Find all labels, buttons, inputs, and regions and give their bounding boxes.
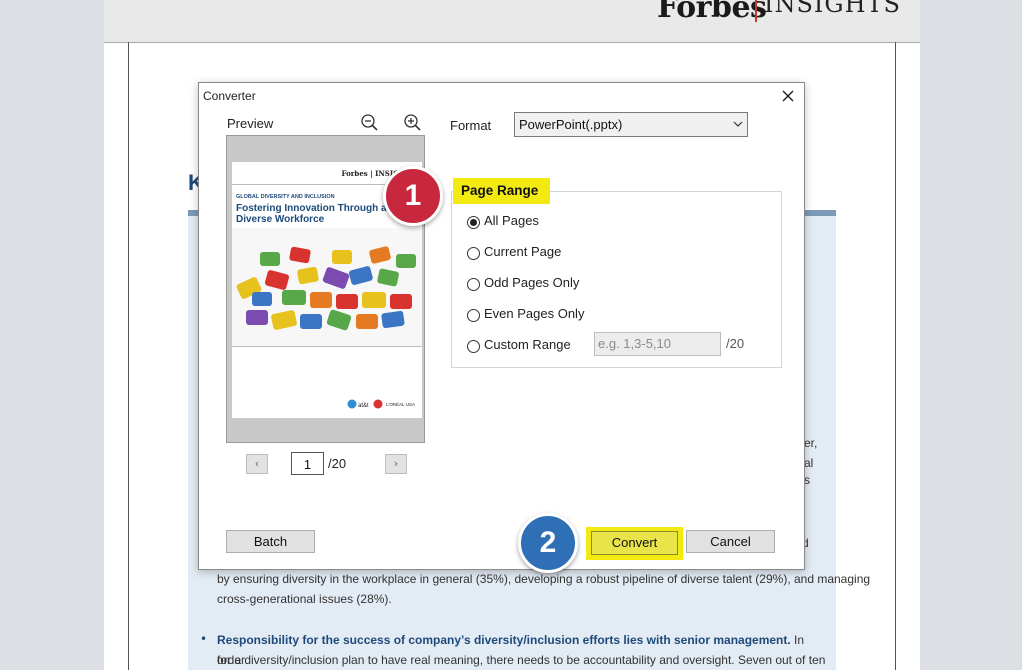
thumbnail-kicker: GLOBAL DIVERSITY AND INCLUSION — [236, 194, 335, 200]
sponsor-logos: at&t L'ORÉAL USA — [347, 399, 415, 409]
prev-page-button[interactable]: ‹ — [246, 454, 268, 474]
paragraph-line: cross-generational issues (28%). — [217, 592, 392, 606]
text-fragment: al — [804, 456, 814, 470]
frame-right-border — [895, 42, 896, 670]
custom-range-input[interactable]: e.g. 1,3-5,10 — [594, 332, 721, 356]
custom-range-total: /20 — [726, 336, 745, 351]
thumbnail-rule — [232, 346, 422, 347]
format-value: PowerPoint(.pptx) — [519, 117, 623, 132]
bullet-dot: • — [200, 632, 208, 646]
radio-button[interactable] — [467, 309, 480, 322]
bullet-heading: Responsibility for the success of compan… — [217, 633, 791, 647]
close-icon[interactable] — [779, 87, 797, 105]
radio-button[interactable] — [467, 247, 480, 260]
sponsor-att: at&t — [358, 403, 369, 409]
radio-button[interactable] — [467, 216, 480, 229]
chevron-down-icon — [733, 121, 743, 127]
bullet-line: for a diversity/inclusion plan to have r… — [217, 653, 826, 667]
page-total: /20 — [328, 456, 347, 471]
puzzle-pieces-image — [232, 228, 422, 346]
format-label: Format — [450, 118, 492, 133]
text-fragment: er, — [804, 436, 818, 450]
radio-label: Custom Range — [484, 337, 571, 352]
step-1-badge: 1 — [383, 166, 443, 226]
radio-button[interactable] — [467, 278, 480, 291]
converter-dialog: Converter Preview Forbes | INSIGHTS GLOB… — [198, 82, 805, 570]
cancel-button[interactable]: Cancel — [686, 530, 775, 553]
document-header: Forbes INSIGHTS — [104, 0, 920, 43]
radio-label: Odd Pages Only — [484, 275, 580, 290]
zoom-out-icon[interactable] — [360, 113, 380, 133]
batch-button[interactable]: Batch — [226, 530, 315, 553]
insights-logo: INSIGHTS — [764, 0, 901, 18]
sponsor-loreal: L'ORÉAL USA — [386, 401, 415, 407]
next-page-button[interactable]: › — [385, 454, 407, 474]
page-range-label: Page Range — [453, 178, 550, 204]
format-dropdown[interactable]: PowerPoint(.pptx) — [514, 112, 748, 137]
convert-button[interactable]: Convert — [591, 531, 678, 555]
page-number-input[interactable]: 1 — [291, 452, 324, 475]
frame-left-border — [128, 42, 129, 670]
zoom-in-icon[interactable] — [403, 113, 423, 133]
radio-label: All Pages — [484, 213, 539, 228]
step-2-badge: 2 — [518, 513, 578, 573]
radio-button[interactable] — [467, 340, 480, 353]
radio-label: Even Pages Only — [484, 306, 585, 321]
logo-divider — [755, 0, 757, 22]
forbes-logo: Forbes — [657, 0, 767, 25]
dialog-title: Converter — [203, 89, 256, 103]
preview-label: Preview — [227, 116, 274, 131]
radio-label: Current Page — [484, 244, 562, 259]
